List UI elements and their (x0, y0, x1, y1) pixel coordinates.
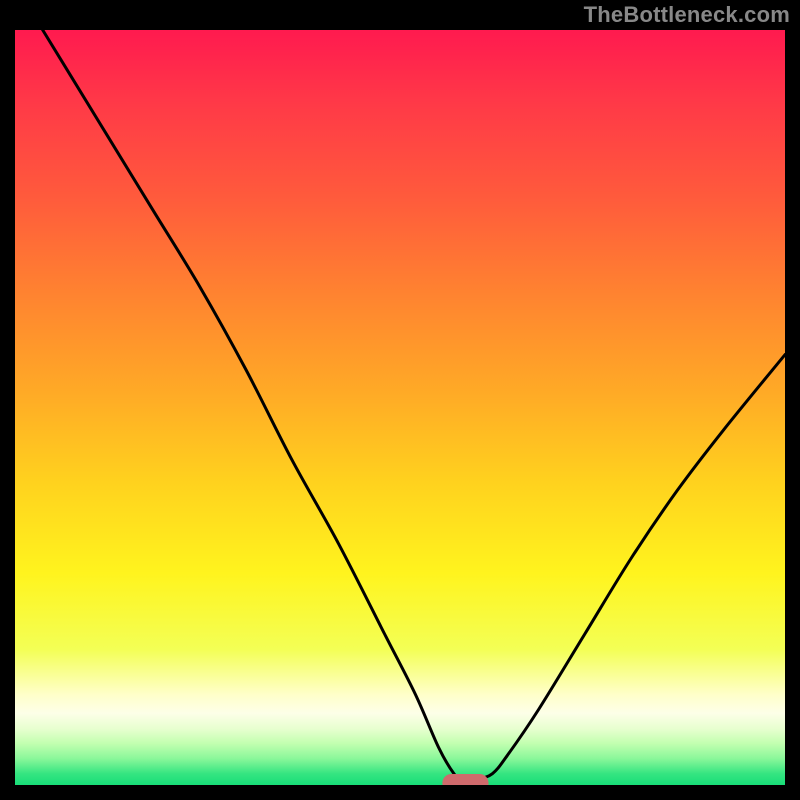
bottleneck-chart (15, 30, 785, 785)
watermark-text: TheBottleneck.com (584, 2, 790, 28)
optimal-marker (442, 774, 488, 785)
plot-background (15, 30, 785, 785)
chart-frame: TheBottleneck.com (0, 0, 800, 800)
